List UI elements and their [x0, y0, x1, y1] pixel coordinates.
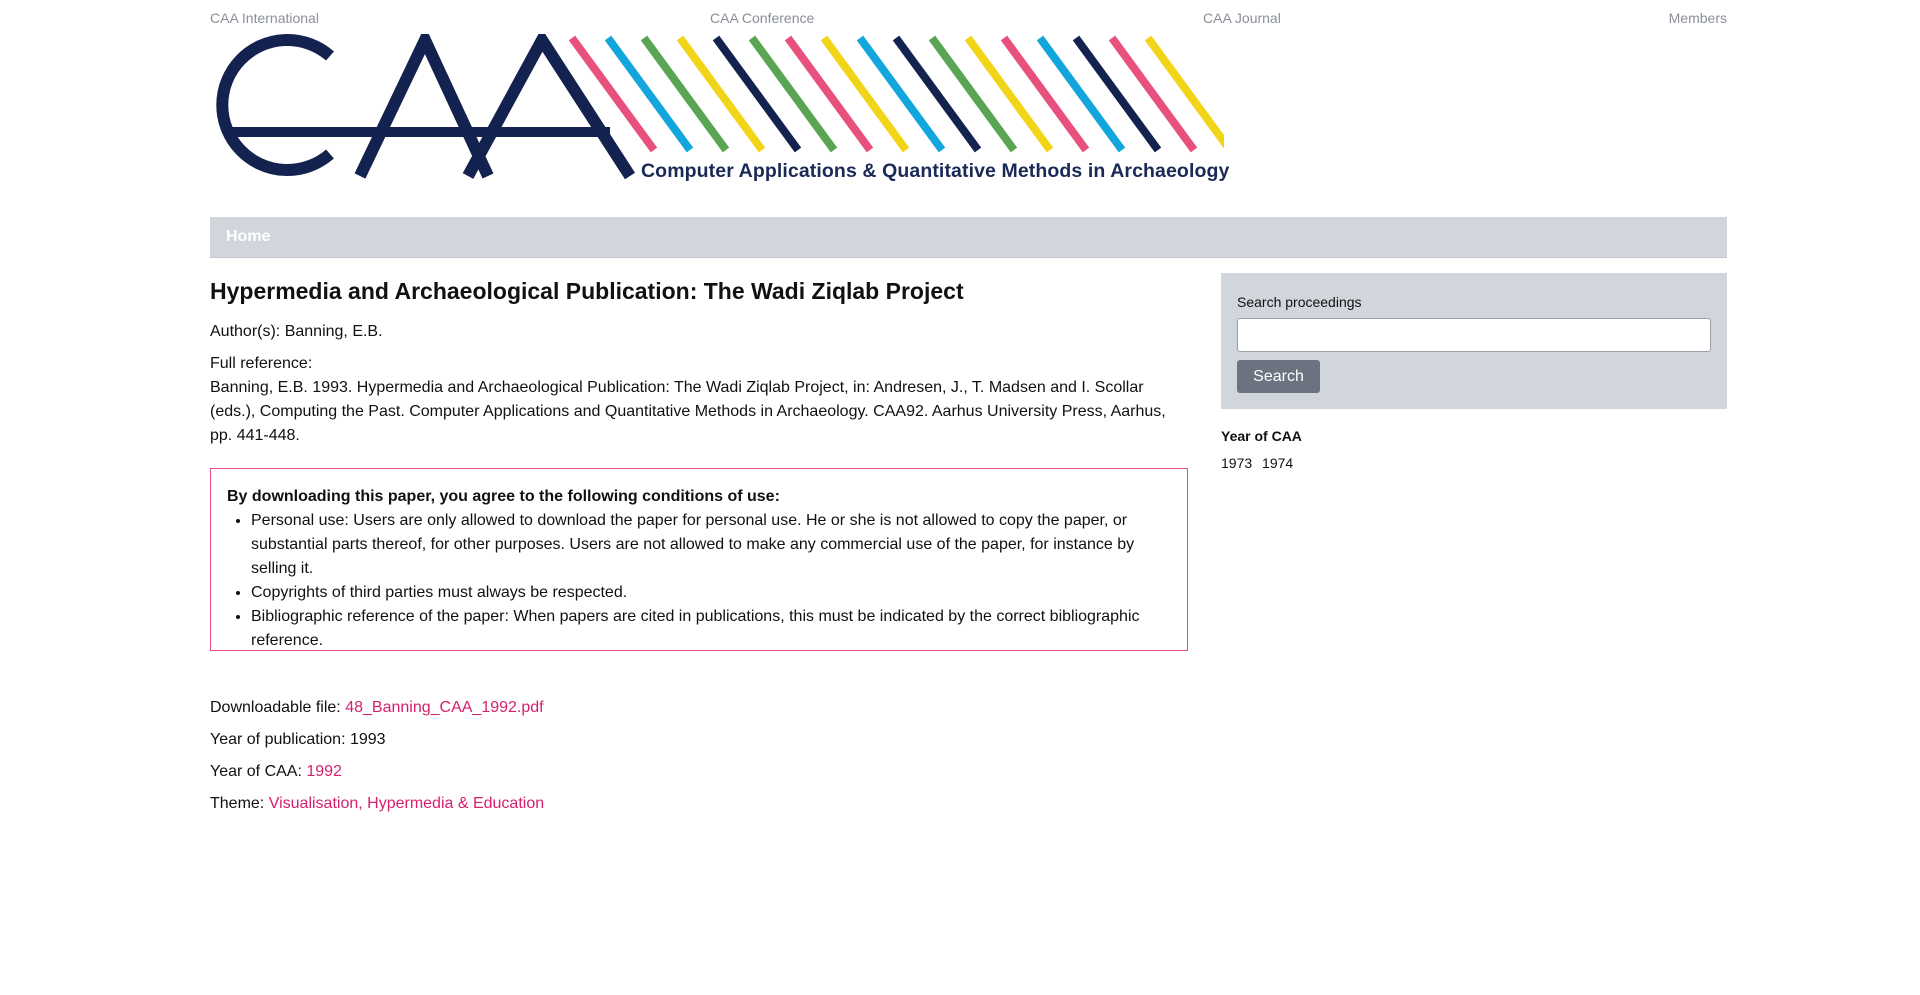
year-links: 1973 1974 — [1221, 455, 1299, 471]
file-label: Downloadable file: — [210, 699, 341, 716]
full-reference-text: Banning, E.B. 1993. Hypermedia and Archa… — [210, 379, 1166, 444]
logo-stripe — [676, 35, 766, 153]
logo-stripe — [928, 35, 1018, 153]
logo-stripe — [856, 35, 946, 153]
search-input[interactable] — [1237, 318, 1711, 352]
condition-item: Personal use: Users are only allowed to … — [251, 509, 1171, 581]
logo-stripe — [640, 35, 730, 153]
logo-stripe — [892, 35, 982, 153]
downloadable-file-line: Downloadable file: 48_Banning_CAA_1992.p… — [210, 696, 544, 720]
top-link-members[interactable]: Members — [1669, 10, 1727, 26]
logo-stripe — [1072, 35, 1162, 153]
logo-stripe — [1036, 35, 1126, 153]
condition-item: Copyrights of third parties must always … — [251, 581, 1171, 605]
logo-letter-a2 — [462, 28, 636, 180]
logo-stripe — [748, 35, 838, 153]
caa-year-label: Year of CAA: — [210, 763, 302, 780]
search-button[interactable]: Search — [1237, 360, 1320, 393]
logo-tagline: Computer Applications & Quantitative Met… — [641, 160, 1230, 182]
logo-stripes — [568, 35, 1234, 153]
full-reference-block: Full reference: Banning, E.B. 1993. Hype… — [210, 352, 1170, 448]
year-of-caa-heading: Year of CAA — [1221, 428, 1302, 444]
authors-value: Banning, E.B. — [284, 323, 383, 340]
search-label: Search proceedings — [1237, 294, 1362, 310]
logo-stripe — [1000, 35, 1090, 153]
authors-line: Author(s): Banning, E.B. — [210, 320, 383, 344]
search-panel: Search proceedings Search — [1221, 273, 1727, 409]
logo-letter-a1 — [354, 25, 494, 179]
theme-link[interactable]: Visualisation, Hypermedia & Education — [269, 795, 544, 812]
condition-item: Bibliographic reference of the paper: Wh… — [251, 605, 1171, 653]
year-link-1974[interactable]: 1974 — [1262, 455, 1293, 471]
caa-year-link[interactable]: 1992 — [306, 763, 342, 780]
logo-stripe — [1108, 35, 1198, 153]
pub-year-label: Year of publication: — [210, 731, 346, 748]
publication-year-line: Year of publication: 1993 — [210, 728, 386, 752]
page-title: Hypermedia and Archaeological Publicatio… — [210, 278, 964, 304]
conditions-box: By downloading this paper, you agree to … — [210, 468, 1188, 651]
logo-stripe — [712, 35, 802, 153]
top-link-caa-journal[interactable]: CAA Journal — [1203, 10, 1281, 26]
logo-stripe — [964, 35, 1054, 153]
nav-home-link[interactable]: Home — [226, 228, 270, 246]
year-link-1973[interactable]: 1973 — [1221, 455, 1252, 471]
pub-year-value: 1993 — [349, 731, 386, 748]
logo-stripe — [820, 35, 910, 153]
top-link-caa-international[interactable]: CAA International — [210, 10, 319, 26]
caa-year-line: Year of CAA: 1992 — [210, 760, 342, 784]
caa-logo[interactable]: Computer Applications & Quantitative Met… — [210, 25, 1234, 186]
authors-label: Author(s): — [210, 323, 281, 340]
logo-letter-c — [216, 34, 334, 176]
theme-line: Theme: Visualisation, Hypermedia & Educa… — [210, 792, 544, 816]
top-navigation: CAA International CAA Conference CAA Jou… — [210, 10, 1727, 30]
logo-stripe — [604, 35, 694, 153]
theme-label: Theme: — [210, 795, 265, 812]
pdf-download-link[interactable]: 48_Banning_CAA_1992.pdf — [345, 699, 543, 716]
logo-stripe — [784, 35, 874, 153]
top-link-caa-conference[interactable]: CAA Conference — [710, 10, 814, 26]
full-reference-label: Full reference: — [210, 355, 313, 372]
conditions-heading: By downloading this paper, you agree to … — [227, 488, 780, 505]
conditions-list: Personal use: Users are only allowed to … — [227, 509, 1171, 653]
main-navbar: Home — [210, 217, 1727, 258]
